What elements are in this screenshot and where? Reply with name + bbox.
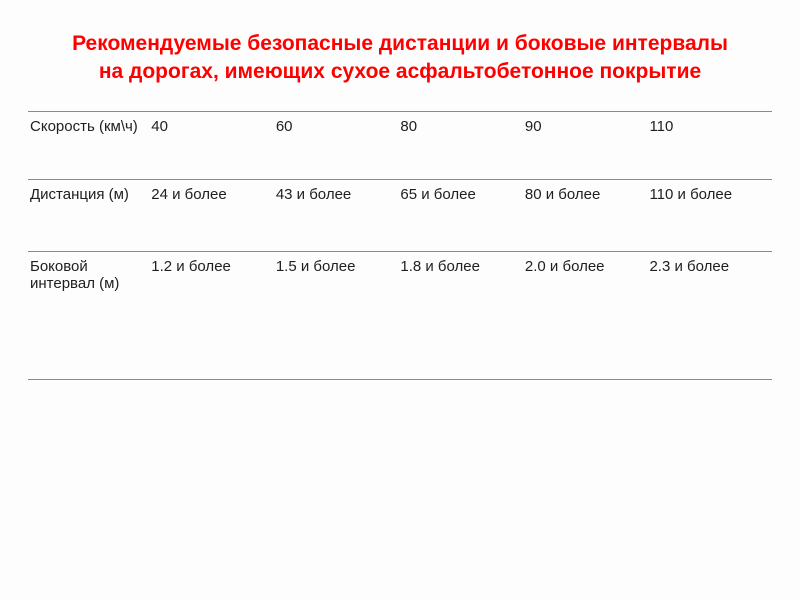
cell-lateral-4: 2.3 и более bbox=[647, 251, 772, 379]
row-label-speed: Скорость (км\ч) bbox=[28, 111, 149, 179]
cell-speed-3: 90 bbox=[523, 111, 648, 179]
cell-lateral-0: 1.2 и более bbox=[149, 251, 274, 379]
row-label-lateral: Боковой интервал (м) bbox=[28, 251, 149, 379]
table-row: Скорость (км\ч) 40 60 80 90 110 bbox=[28, 111, 772, 179]
cell-speed-1: 60 bbox=[274, 111, 399, 179]
cell-speed-2: 80 bbox=[398, 111, 523, 179]
table-row: Дистанция (м) 24 и более 43 и более 65 и… bbox=[28, 179, 772, 251]
page-title: Рекомендуемые безопасные дистанции и бок… bbox=[28, 30, 772, 87]
data-table: Скорость (км\ч) 40 60 80 90 110 Дистанци… bbox=[28, 111, 772, 380]
cell-distance-1: 43 и более bbox=[274, 179, 399, 251]
cell-distance-4: 110 и более bbox=[647, 179, 772, 251]
cell-lateral-1: 1.5 и более bbox=[274, 251, 399, 379]
cell-speed-0: 40 bbox=[149, 111, 274, 179]
cell-distance-3: 80 и более bbox=[523, 179, 648, 251]
cell-lateral-3: 2.0 и более bbox=[523, 251, 648, 379]
table-row: Боковой интервал (м) 1.2 и более 1.5 и б… bbox=[28, 251, 772, 379]
cell-lateral-2: 1.8 и более bbox=[398, 251, 523, 379]
cell-speed-4: 110 bbox=[647, 111, 772, 179]
row-label-distance: Дистанция (м) bbox=[28, 179, 149, 251]
cell-distance-2: 65 и более bbox=[398, 179, 523, 251]
cell-distance-0: 24 и более bbox=[149, 179, 274, 251]
